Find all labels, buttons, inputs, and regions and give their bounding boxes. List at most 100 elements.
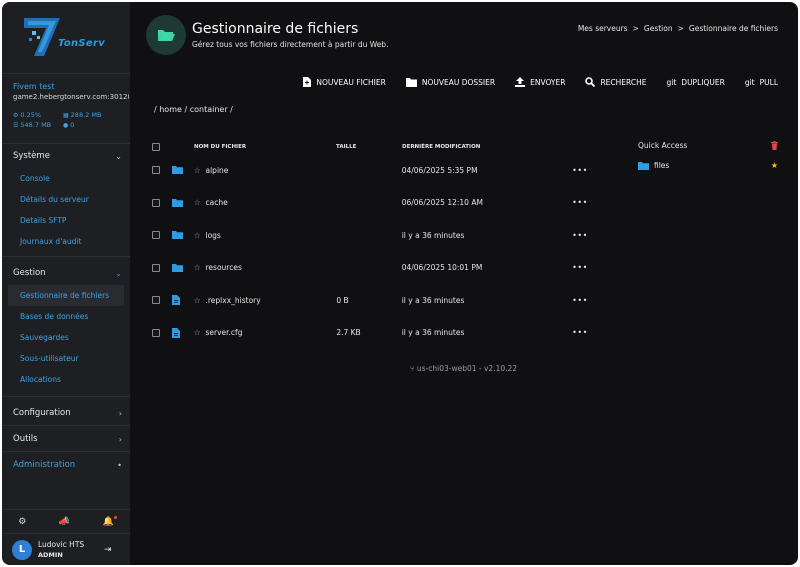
divider [2, 451, 130, 452]
megaphone-icon[interactable]: 📣 [59, 517, 70, 527]
new-file-button[interactable]: NOUVEAU FICHIER [303, 77, 386, 87]
table-row[interactable]: ☆ cache 06/06/2025 12:10 AM ••• [152, 187, 592, 220]
upload-button[interactable]: ENVOYER [515, 77, 565, 87]
file-name[interactable]: server.cfg [206, 328, 337, 337]
column-name[interactable]: NOM DU FICHIER [194, 144, 336, 150]
file-plus-icon [303, 77, 312, 87]
row-checkbox[interactable] [152, 198, 160, 207]
more-options-icon[interactable]: ••• [572, 328, 592, 337]
dot-icon: • [117, 460, 122, 470]
file-modified: il y a 36 minutes [401, 328, 465, 338]
memory-icon: ▦ [63, 111, 69, 119]
user-role: ADMIN [38, 551, 63, 559]
file-name[interactable]: logs [206, 231, 337, 240]
section-outils[interactable]: Outils › [2, 427, 130, 451]
current-path[interactable]: / home / container / [154, 105, 233, 114]
row-checkbox[interactable] [152, 328, 160, 337]
avatar[interactable]: L [12, 539, 32, 560]
quick-access-title: Quick Access [638, 141, 688, 150]
section-configuration[interactable]: Configuration › [2, 401, 130, 425]
file-name[interactable]: .replxx_history [206, 296, 337, 305]
sidebar-item-sftp[interactable]: Details SFTP [2, 210, 130, 231]
file-modified: 04/06/2025 10:01 PM [401, 263, 483, 273]
file-modified: 06/06/2025 12:10 AM [401, 198, 483, 208]
trash-icon[interactable] [771, 141, 778, 150]
quick-access-item[interactable]: files ★ [638, 161, 778, 170]
star-outline-icon[interactable]: ☆ [194, 263, 206, 272]
server-host: game2.hebergtonserv.com:30120 [13, 93, 129, 101]
settings-icon[interactable]: ⚙ [18, 517, 26, 527]
main-content: Gestionnaire de fichiers Gérez tous vos … [130, 2, 798, 565]
folder-open-icon [146, 15, 186, 55]
folder-icon [171, 166, 194, 175]
table-row[interactable]: ☆ .replxx_history 0 B il y a 36 minutes ••• [152, 284, 592, 317]
git-pull-button[interactable]: git PULL [745, 77, 778, 87]
folder-icon [171, 198, 194, 207]
file-name[interactable]: resources [206, 263, 337, 272]
breadcrumb-servers[interactable]: Mes serveurs [578, 24, 628, 33]
sidebar-item-subusers[interactable]: Sous-utilisateur [2, 348, 130, 369]
players-stat: ● 0 [63, 121, 75, 129]
folder-icon [171, 231, 194, 240]
sidebar: TonServ Fivem test game2.hebergtonserv.c… [2, 2, 130, 565]
chevron-right-icon: › [118, 408, 122, 418]
folder-icon [638, 161, 649, 170]
select-all-checkbox[interactable] [152, 143, 160, 151]
row-checkbox[interactable] [152, 166, 160, 175]
disk-stat: ☰ 548.7 MB [13, 121, 52, 129]
more-options-icon[interactable]: ••• [572, 231, 592, 240]
chevron-down-icon: ⌄ [115, 268, 122, 278]
logout-icon[interactable]: ⇥ [104, 545, 112, 555]
star-outline-icon[interactable]: ☆ [194, 296, 206, 305]
page-title: Gestionnaire de fichiers [192, 21, 359, 37]
more-options-icon[interactable]: ••• [572, 166, 592, 175]
breadcrumb-gestion[interactable]: Gestion [644, 24, 673, 33]
git-branch-icon: ⑂ [410, 364, 415, 373]
more-options-icon[interactable]: ••• [572, 198, 592, 207]
star-outline-icon[interactable]: ☆ [194, 166, 206, 175]
more-options-icon[interactable]: ••• [572, 296, 592, 305]
file-modified: il y a 36 minutes [401, 230, 465, 240]
row-checkbox[interactable] [152, 263, 160, 272]
file-icon [171, 327, 194, 338]
table-row[interactable]: ☆ server.cfg 2.7 KB il y a 36 minutes ••• [152, 317, 592, 350]
row-checkbox[interactable] [152, 296, 160, 305]
file-name[interactable]: alpine [206, 166, 337, 175]
cpu-stat: ⚙ 0.25% [13, 111, 42, 119]
star-filled-icon[interactable]: ★ [771, 161, 778, 170]
sidebar-item-server-details[interactable]: Détails du serveur [2, 189, 130, 210]
star-outline-icon[interactable]: ☆ [194, 198, 206, 207]
page-subtitle: Gérez tous vos fichiers directement à pa… [192, 40, 389, 49]
git-duplicate-button[interactable]: git DUPLIQUER [667, 77, 725, 87]
section-administration[interactable]: Administration • [2, 453, 130, 477]
table-row[interactable]: ☆ logs il y a 36 minutes ••• [152, 219, 592, 252]
sidebar-item-backups[interactable]: Sauvegardes [2, 327, 130, 348]
sidebar-item-file-manager[interactable]: Gestionnaire de fichiers [8, 285, 124, 306]
sidebar-item-console[interactable]: Console [2, 168, 130, 189]
search-button[interactable]: RECHERCHE [585, 77, 647, 87]
row-checkbox[interactable] [152, 231, 160, 240]
user-icon: ● [63, 121, 69, 129]
new-folder-button[interactable]: NOUVEAU DOSSIER [405, 77, 495, 87]
star-outline-icon[interactable]: ☆ [194, 231, 206, 240]
sidebar-item-databases[interactable]: Bases de données [2, 306, 130, 327]
more-options-icon[interactable]: ••• [572, 263, 592, 272]
file-name[interactable]: cache [206, 198, 337, 207]
column-modified[interactable]: DERNIÈRE MODIFICATION [402, 144, 574, 150]
star-outline-icon[interactable]: ☆ [194, 328, 206, 337]
section-systeme[interactable]: Système ⌄ [2, 144, 130, 168]
bell-icon[interactable]: 🔔 [103, 515, 118, 527]
divider [2, 425, 130, 426]
server-info: Fivem test game2.hebergtonserv.com:30120… [2, 74, 130, 144]
file-size: 0 B [336, 295, 349, 305]
column-size[interactable]: TAILLE [336, 144, 402, 150]
quick-access-header: Quick Access [638, 141, 778, 150]
divider [2, 396, 130, 397]
table-row[interactable]: ☆ alpine 04/06/2025 5:35 PM ••• [152, 154, 592, 187]
section-gestion[interactable]: Gestion ⌄ [2, 261, 130, 285]
logo[interactable]: TonServ [2, 2, 130, 74]
table-row[interactable]: ☆ resources 04/06/2025 10:01 PM ••• [152, 252, 592, 285]
upload-icon [515, 77, 526, 87]
sidebar-item-allocations[interactable]: Allocations [2, 369, 130, 390]
sidebar-item-audit-logs[interactable]: Journaux d'audit [2, 231, 130, 252]
